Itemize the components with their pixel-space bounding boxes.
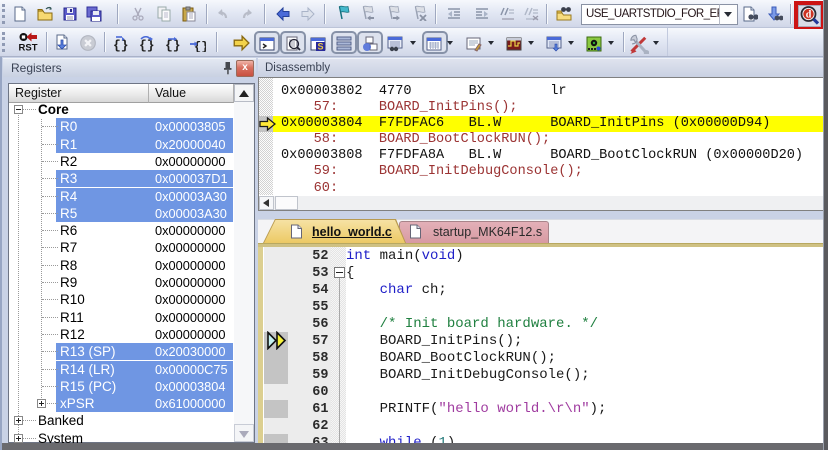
svg-text:S: S <box>317 42 323 52</box>
svg-text:{}: {} <box>139 38 154 52</box>
svg-text:RST: RST <box>19 43 38 53</box>
svg-text:{}: {} <box>194 40 206 52</box>
svg-text:{}: {} <box>165 38 180 52</box>
svg-text:{}: {} <box>113 38 128 52</box>
svg-text:d: d <box>806 10 812 21</box>
